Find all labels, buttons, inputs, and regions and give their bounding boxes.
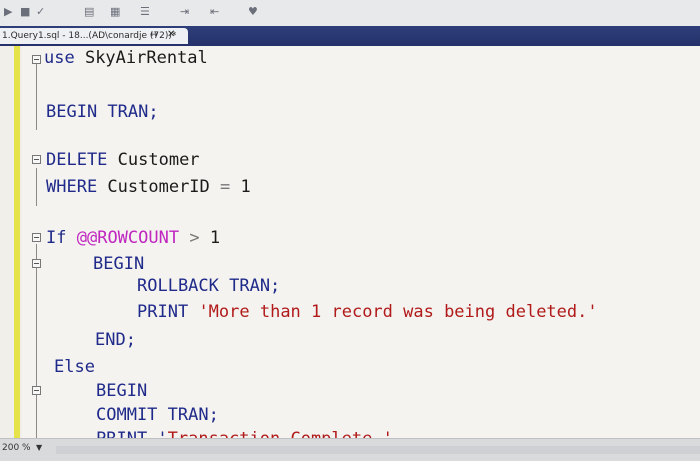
indent-icon[interactable]: ⇥ (180, 6, 189, 18)
collapse-begin-icon[interactable] (32, 259, 41, 268)
pin-icon[interactable]: ↔ (150, 30, 158, 40)
keyword: WHERE (46, 177, 98, 197)
keyword: BEGIN (93, 254, 145, 274)
code-line-3: DELETE Customer (46, 149, 200, 171)
outdent-icon[interactable]: ⇤ (210, 6, 219, 18)
change-tracking-bar (14, 46, 20, 438)
keyword: If (46, 228, 67, 248)
collapse-else-begin-icon[interactable] (32, 386, 41, 395)
identifier: CustomerID (97, 177, 221, 197)
code-line-7: ROLLBACK TRAN; (137, 275, 280, 297)
specify-values-icon[interactable]: ♥ (248, 6, 258, 18)
execute-icon[interactable]: ▶ (4, 6, 12, 18)
keyword: COMMIT TRAN; (96, 405, 219, 425)
collapse-use-icon[interactable] (32, 55, 41, 64)
identifier: SkyAirRental (74, 48, 208, 68)
string-literal: Transaction Complete.' (168, 429, 393, 438)
operator: = (220, 177, 231, 197)
keyword: use (44, 48, 75, 68)
keyword: PRINT ' (96, 429, 168, 438)
zoom-level[interactable]: 200 % (2, 443, 31, 453)
code-line-12: COMMIT TRAN; (96, 404, 219, 426)
parse-icon[interactable]: ✓ (36, 6, 45, 18)
code-line-11: BEGIN (96, 380, 147, 402)
grid-results-icon[interactable]: ▦ (110, 6, 120, 18)
query-editor[interactable]: use SkyAirRental BEGIN TRAN; DELETE Cust… (0, 46, 700, 438)
number: 1 (230, 177, 251, 197)
debug-icon[interactable]: ■ (20, 6, 30, 18)
keyword: PRINT (137, 302, 189, 322)
code-line-1: use SkyAirRental (44, 47, 208, 69)
code-line-2: BEGIN TRAN; (46, 101, 159, 123)
code-line-10: Else (54, 356, 95, 378)
editor-status-bar: 200 % ▼ (0, 438, 700, 461)
horizontal-scrollbar[interactable] (56, 446, 700, 454)
number: 1 (199, 228, 221, 248)
code-line-8: PRINT 'More than 1 record was being dele… (137, 301, 598, 323)
keyword: END; (95, 330, 136, 350)
collapse-if-icon[interactable] (32, 233, 41, 242)
query-tab[interactable]: 1.Query1.sql - 18...(AD\conardje (72))* … (0, 28, 188, 44)
operator: > (189, 228, 200, 248)
close-icon[interactable]: ✕ (167, 29, 175, 40)
keyword: BEGIN (96, 381, 148, 401)
code-line-9: END; (95, 329, 136, 351)
comment-icon[interactable]: ☰ (140, 6, 150, 18)
keyword: Else (54, 357, 95, 377)
code-line-5: If @@ROWCOUNT > 1 (46, 227, 220, 249)
outline-line (36, 244, 37, 438)
keyword: ROLLBACK TRAN; (137, 276, 281, 296)
outline-line (36, 64, 37, 130)
chevron-down-icon[interactable]: ▼ (36, 443, 42, 452)
results-icon[interactable]: ▤ (84, 6, 94, 18)
collapse-delete-icon[interactable] (32, 155, 41, 164)
system-variable: @@ROWCOUNT (76, 228, 180, 248)
keyword: BEGIN TRAN; (46, 102, 159, 122)
outline-line (36, 168, 37, 206)
toolbar: ▶ ■ ✓ ▤ ▦ ☰ ⇥ ⇤ ♥ (0, 0, 700, 27)
keyword: DELETE (46, 150, 108, 170)
code-line-4: WHERE CustomerID = 1 (46, 176, 251, 198)
code-line-6: BEGIN (93, 253, 144, 275)
string-literal: 'More than 1 record was being deleted.' (198, 302, 598, 322)
document-tab-bar: 1.Query1.sql - 18...(AD\conardje (72))* … (0, 26, 700, 46)
identifier: Customer (107, 150, 200, 170)
code-line-13: PRINT 'Transaction Complete.' (96, 428, 393, 438)
